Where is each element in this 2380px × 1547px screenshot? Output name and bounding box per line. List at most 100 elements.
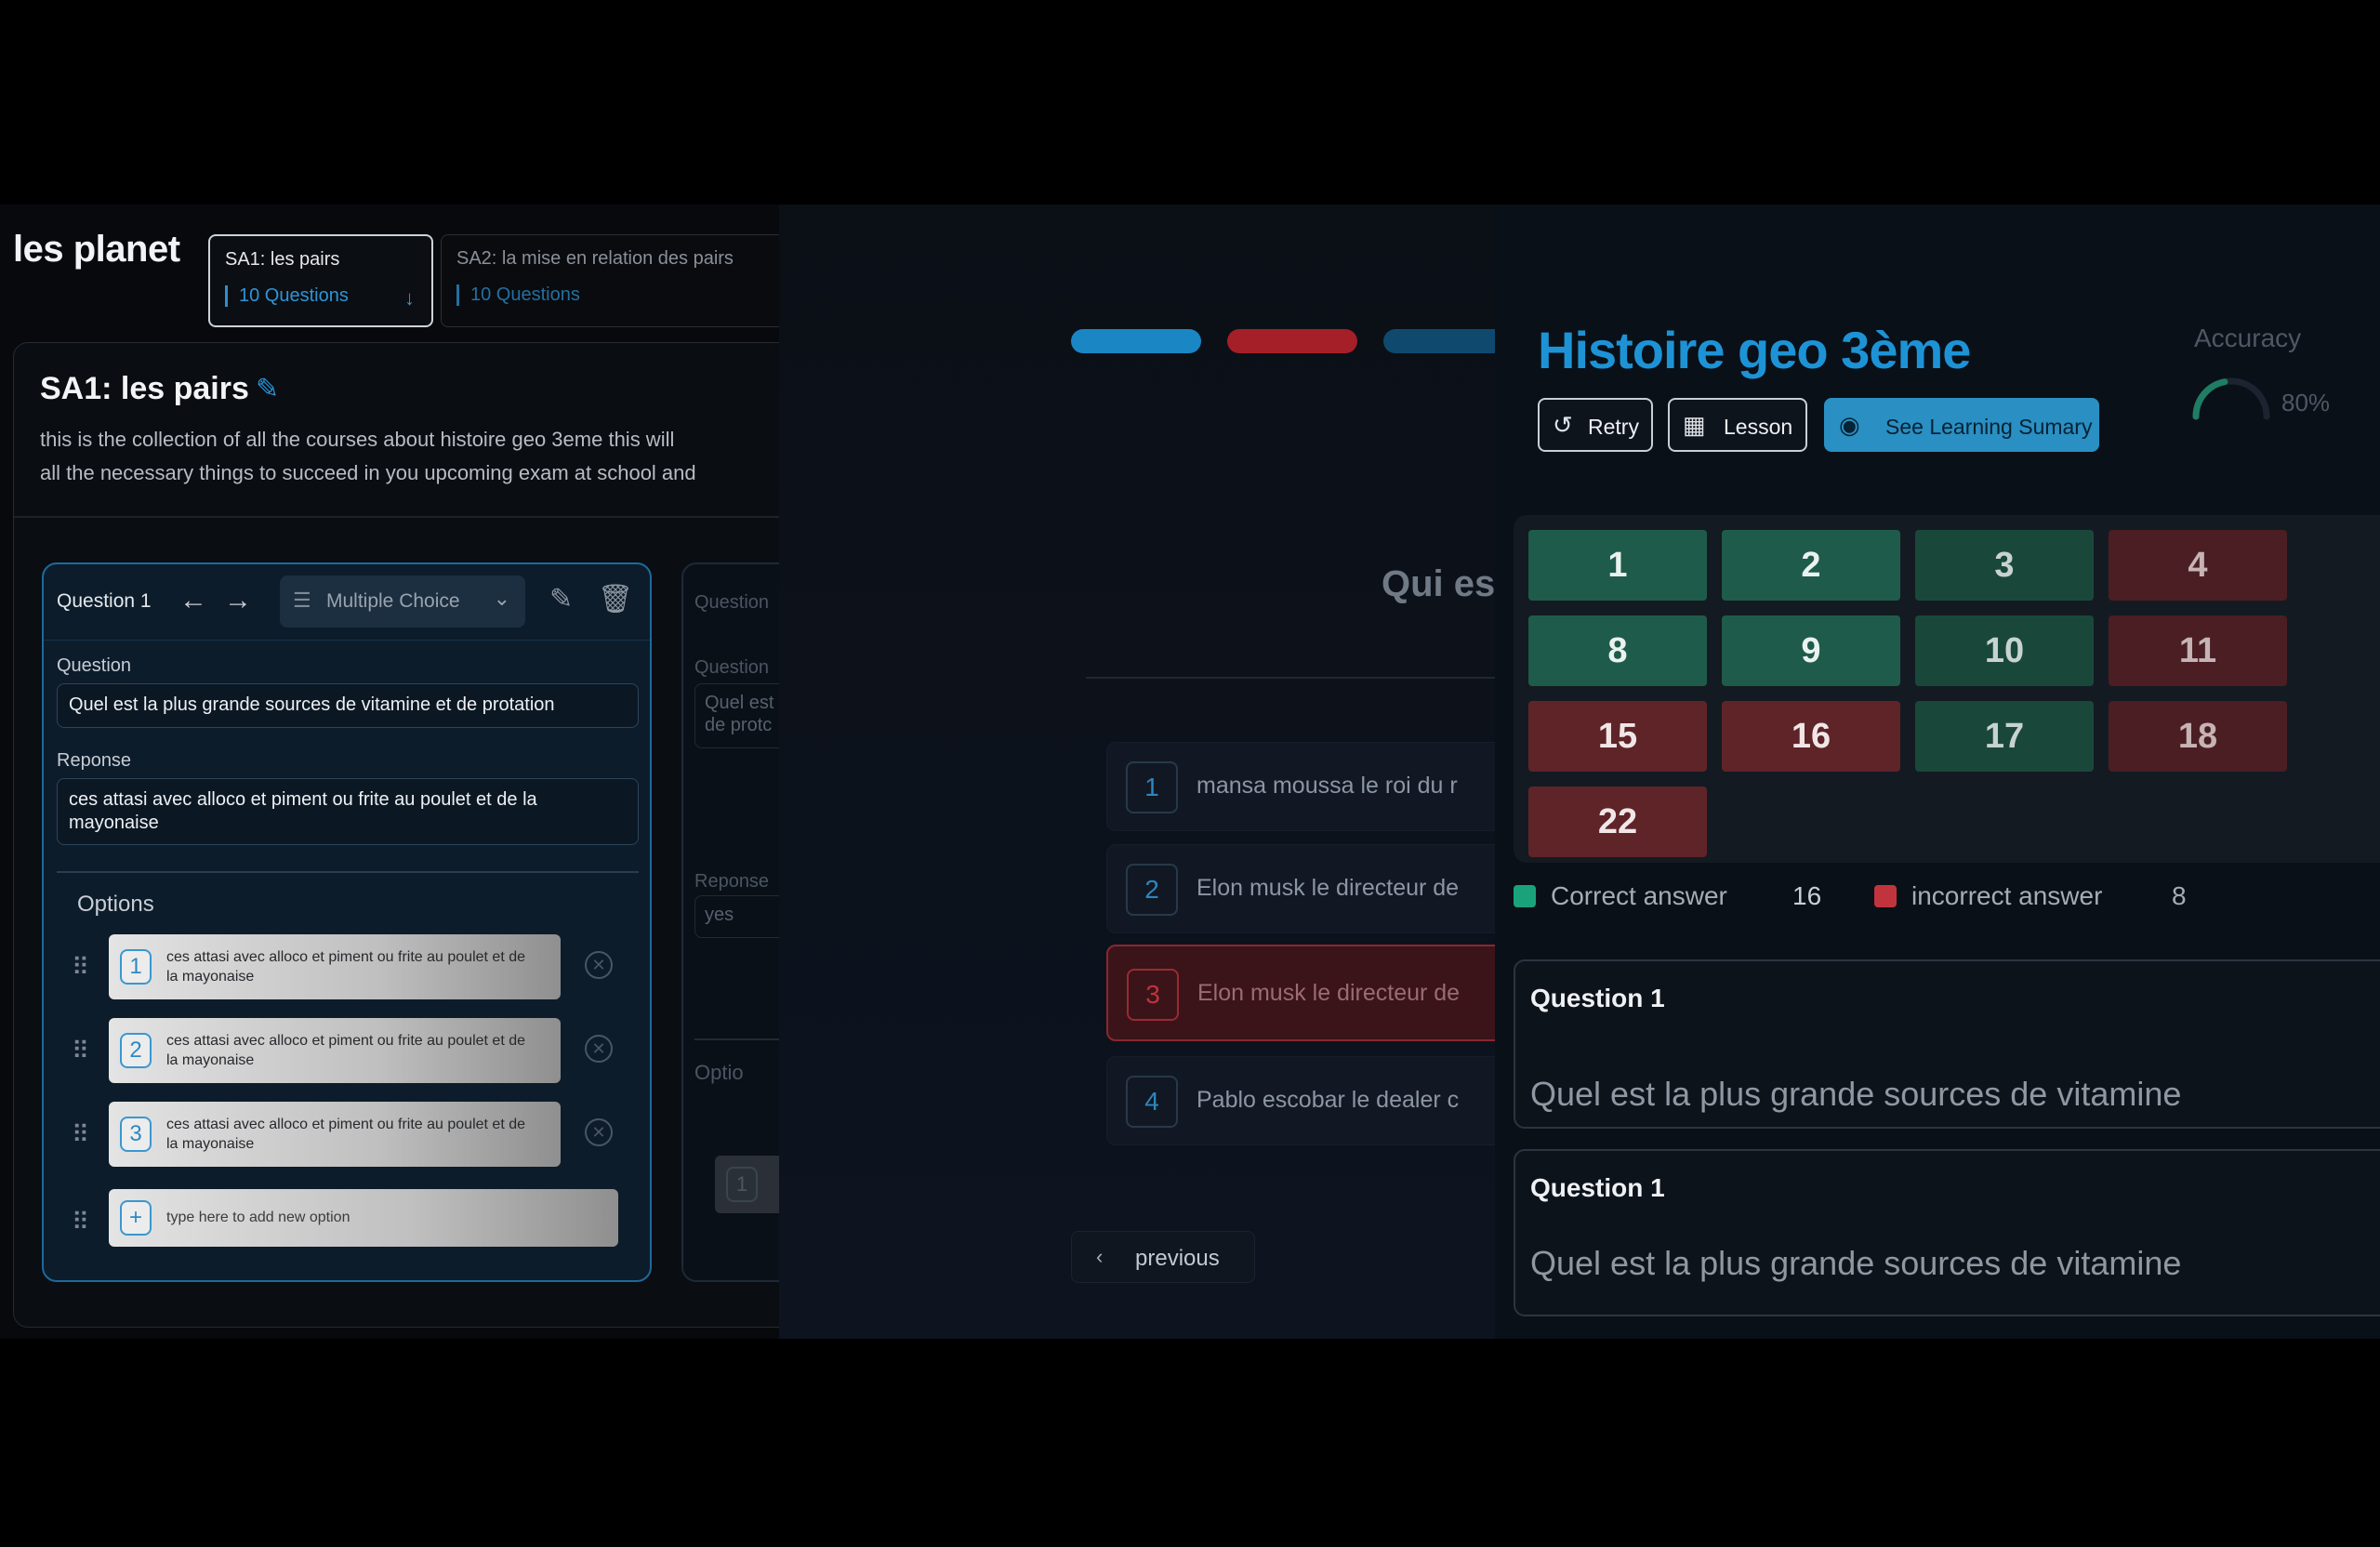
section-card: SA1: les pairs ✎ this is the collection … <box>13 342 779 1328</box>
drag-handle-icon[interactable]: ⠿ <box>72 1037 89 1065</box>
progress-segment <box>1227 329 1357 353</box>
answer-text: Elon musk le directeur de <box>1197 875 1460 901</box>
tab-question-count: 10 Questions <box>456 284 769 306</box>
response-input[interactable]: ces attasi avec alloco et piment ou frit… <box>57 778 639 845</box>
divider <box>57 871 639 873</box>
question-summary-card[interactable]: Question 1 Quel est la plus grande sourc… <box>1514 959 2380 1129</box>
option-number: 3 <box>120 1117 152 1152</box>
drag-handle-icon[interactable]: ⠿ <box>72 1120 89 1149</box>
remove-option-icon[interactable]: ✕ <box>585 1118 613 1146</box>
gauge-fill <box>2192 378 2228 420</box>
option-row: ⠿ 2 ces attasi avec alloco et piment ou … <box>72 1018 629 1085</box>
question-summary-card[interactable]: Question 1 Quel est la plus grande sourc… <box>1514 1149 2380 1316</box>
tab-sa1[interactable]: SA1: les pairs 10 Questions ↓ <box>208 234 433 327</box>
answer-grid: 1 2 3 4 8 9 10 11 15 16 17 18 22 <box>1514 515 2380 863</box>
answer-number: 3 <box>1127 969 1179 1021</box>
question-input[interactable]: Quel est la plus grande sources de vitam… <box>57 683 639 728</box>
answer-option[interactable]: 2 Elon musk le directeur de <box>1106 844 1495 933</box>
lesson-button[interactable]: ▦ Lesson <box>1668 398 1807 452</box>
question-result-cell[interactable]: 4 <box>2109 530 2287 601</box>
tab-sa2[interactable]: SA2: la mise en relation des pairs 10 Qu… <box>441 234 779 327</box>
divider <box>1086 677 1495 679</box>
option-number: 2 <box>120 1033 152 1068</box>
option-text: ces attasi avec alloco et piment ou frit… <box>166 1117 526 1152</box>
edit-pencil-icon[interactable]: ✎ <box>256 373 279 405</box>
chevron-left-icon: ‹ <box>1096 1245 1104 1268</box>
progress-segment <box>1071 329 1201 353</box>
drag-handle-icon[interactable]: ⠿ <box>72 1208 89 1236</box>
question-result-cell[interactable]: 15 <box>1528 701 1707 772</box>
answer-text: Elon musk le directeur de <box>1197 980 1461 1006</box>
option-row: ⠿ + type here to add new option <box>72 1189 629 1256</box>
option-item[interactable]: 1 <box>715 1156 779 1213</box>
quiz-editor-panel: les planet SA1: les pairs 10 Questions ↓… <box>0 205 779 1339</box>
accuracy-value: 80% <box>2281 389 2331 416</box>
section-description: this is the collection of all the course… <box>40 423 779 490</box>
answer-option[interactable]: 1 mansa moussa le roi du r <box>1106 742 1495 831</box>
question-result-cell[interactable]: 9 <box>1722 615 1900 686</box>
question-result-cell[interactable]: 2 <box>1722 530 1900 601</box>
retry-label: Retry <box>1588 415 1639 439</box>
answer-text: Pablo escobar le dealer c <box>1197 1087 1460 1113</box>
remove-option-icon[interactable]: ✕ <box>585 951 613 979</box>
divider <box>14 516 779 518</box>
question-result-cell[interactable]: 3 <box>1915 530 2094 601</box>
question-result-cell[interactable]: 16 <box>1722 701 1900 772</box>
tab-title: SA2: la mise en relation des pairs <box>456 248 734 269</box>
question-result-cell[interactable]: 8 <box>1528 615 1707 686</box>
question-card-header: Question 1 ← → ☰ Multiple Choice ⌄ ✎ 🗑 <box>44 564 650 641</box>
incorrect-legend-label: incorrect answer <box>1911 881 2103 910</box>
retry-button[interactable]: ↺ Retry <box>1538 398 1653 452</box>
add-option-placeholder: type here to add new option <box>166 1210 350 1225</box>
question-input[interactable]: Quel est de protc <box>694 683 779 748</box>
question-type-select[interactable]: ☰ Multiple Choice ⌄ <box>280 575 525 628</box>
option-row: ⠿ 3 ces attasi avec alloco et piment ou … <box>72 1102 629 1169</box>
correct-legend-swatch <box>1514 885 1536 907</box>
quiz-player-panel: Qui es 1 mansa moussa le roi du r 2 Elon… <box>779 205 1495 1339</box>
option-item[interactable]: 1 ces attasi avec alloco et piment ou fr… <box>109 934 561 999</box>
answer-option-wrong[interactable]: 3 Elon musk le directeur de <box>1106 945 1495 1041</box>
question-name: Question 1 <box>57 590 152 612</box>
question-name: Question 1 <box>1530 1173 1665 1202</box>
arrow-down-icon: ↓ <box>404 286 415 310</box>
trash-icon[interactable]: 🗑 <box>598 583 633 615</box>
add-option-input[interactable]: + type here to add new option <box>109 1189 618 1247</box>
results-panel: Histoire geo 3ème Accuracy 80% ↺ Retry ▦… <box>1495 205 2380 1339</box>
arrow-left-icon[interactable]: ← <box>179 585 207 616</box>
learning-summary-label: See Learning Sumary <box>1885 415 2093 439</box>
edit-pencil-icon[interactable]: ✎ <box>549 583 573 615</box>
question-result-cell[interactable]: 1 <box>1528 530 1707 601</box>
gauge-track <box>2192 377 2270 420</box>
option-number: 1 <box>726 1167 758 1202</box>
results-title: Histoire geo 3ème <box>1538 321 1971 379</box>
question-result-cell[interactable]: 10 <box>1915 615 2094 686</box>
question-card: Question 1 ← → ☰ Multiple Choice ⌄ ✎ 🗑 Q… <box>42 562 652 1282</box>
option-item[interactable]: 2 ces attasi avec alloco et piment ou fr… <box>109 1018 561 1083</box>
option-row: ⠿ 1 ces attasi avec alloco et piment ou … <box>72 934 629 1001</box>
options-title: Options <box>77 892 154 917</box>
tab-title: SA1: les pairs <box>225 249 340 270</box>
chevron-down-icon: ⌄ <box>493 587 510 610</box>
question-result-cell[interactable]: 11 <box>2109 615 2287 686</box>
plus-icon: + <box>120 1200 152 1236</box>
drag-handle-icon[interactable]: ⠿ <box>72 953 89 982</box>
previous-button[interactable]: ‹ previous <box>1071 1231 1255 1283</box>
arrow-right-icon[interactable]: → <box>224 585 252 616</box>
description-line: this is the collection of all the course… <box>40 428 675 451</box>
question-name: Question <box>694 592 770 613</box>
correct-count: 16 <box>1792 881 1822 910</box>
book-icon: ▦ <box>1683 411 1706 439</box>
question-type-label: Multiple Choice <box>326 590 460 612</box>
options-title: Optio <box>694 1061 744 1084</box>
correct-legend-label: Correct answer <box>1551 881 1727 910</box>
question-input-line: Quel est <box>705 693 774 713</box>
response-input[interactable]: yes <box>694 895 779 938</box>
option-item[interactable]: 3 ces attasi avec alloco et piment ou fr… <box>109 1102 561 1167</box>
answer-option[interactable]: 4 Pablo escobar le dealer c <box>1106 1056 1495 1145</box>
question-card: Question Question Quel est de protc Repo… <box>681 562 779 1282</box>
question-result-cell[interactable]: 18 <box>2109 701 2287 772</box>
question-result-cell[interactable]: 17 <box>1915 701 2094 772</box>
learning-summary-button[interactable]: ◉ See Learning Sumary <box>1824 398 2099 452</box>
remove-option-icon[interactable]: ✕ <box>585 1035 613 1063</box>
question-result-cell[interactable]: 22 <box>1528 787 1707 857</box>
